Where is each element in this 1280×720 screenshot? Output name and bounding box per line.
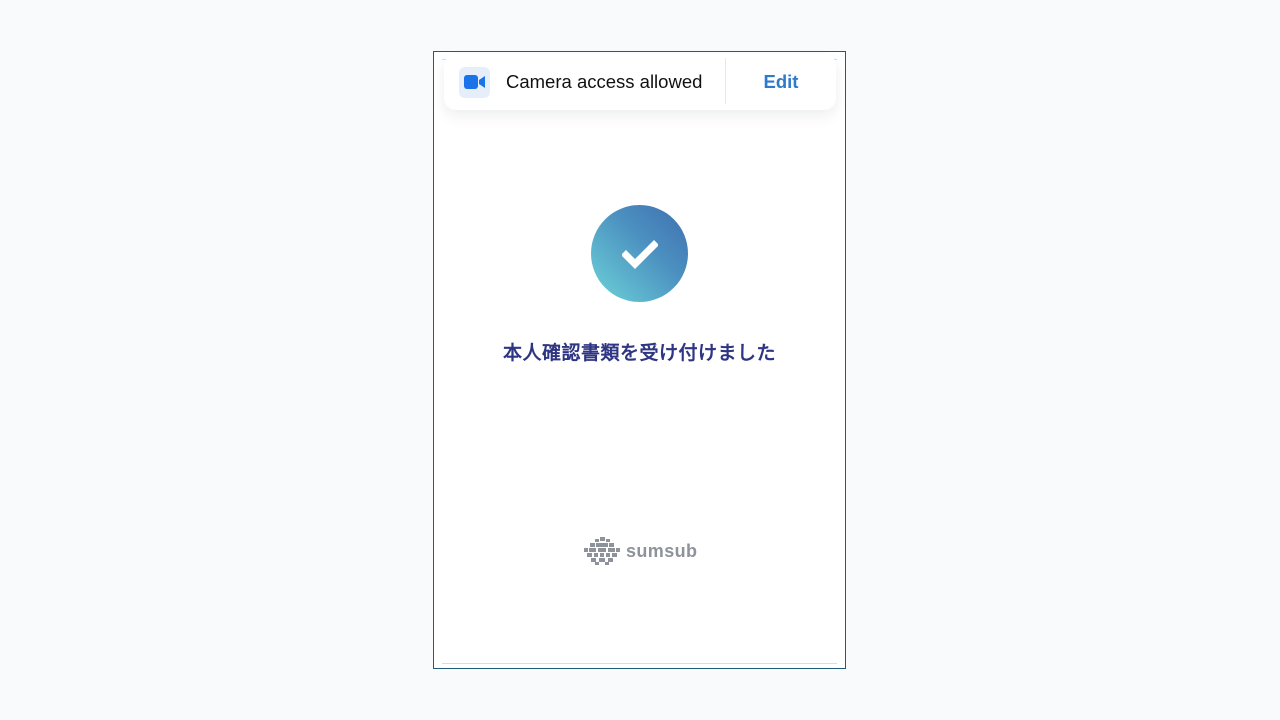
success-badge [591, 205, 688, 302]
bottom-divider [442, 663, 837, 664]
sumsub-brand-name: sumsub [626, 540, 698, 561]
camera-permission-label: Camera access allowed [506, 71, 703, 92]
verification-status-title: 本人確認書類を受け付けました [502, 343, 776, 364]
checkmark-icon [621, 239, 658, 269]
camera-permission-banner: Camera access allowed Edit [444, 54, 836, 110]
sumsub-brand-logo: sumsub [584, 536, 697, 566]
edit-permission-button[interactable]: Edit [726, 54, 836, 110]
verification-webview: Camera access allowed Edit 本人確認書類を受け付けまし… [433, 51, 846, 669]
video-camera-icon [459, 66, 490, 98]
sumsub-logo-icon [584, 537, 620, 565]
